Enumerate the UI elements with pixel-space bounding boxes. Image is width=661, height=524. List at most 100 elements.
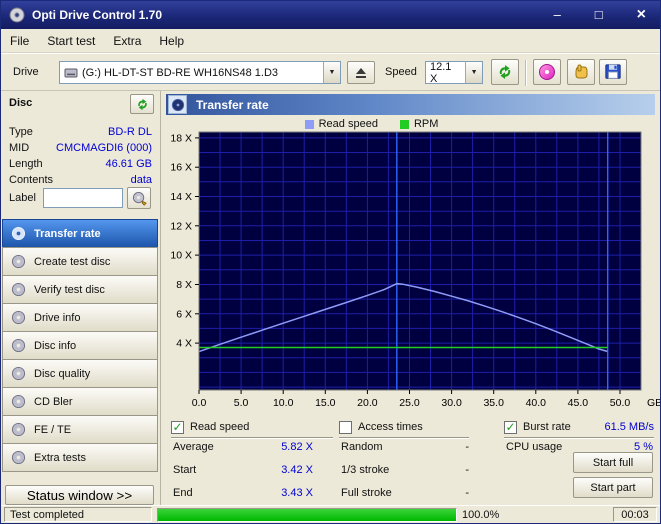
end-label: End xyxy=(173,487,193,499)
elapsed-time: 00:03 xyxy=(613,507,657,522)
cpu-usage-label: CPU usage xyxy=(506,441,562,453)
extra-tests-icon xyxy=(11,450,26,465)
save-icon xyxy=(604,63,622,81)
disc-label-search-button[interactable] xyxy=(127,187,151,209)
toolbar-separator xyxy=(525,60,527,86)
transfer-rate-icon xyxy=(11,226,26,241)
disc-row-contents: Contents data xyxy=(9,172,152,188)
menu-start-test[interactable]: Start test xyxy=(38,29,104,53)
drive-dropdown-arrow-icon[interactable]: ▼ xyxy=(323,62,340,83)
svg-text:15.0: 15.0 xyxy=(315,397,336,409)
sidebar-item-verify-test-disc[interactable]: Verify test disc xyxy=(2,275,158,304)
section-title: Transfer rate xyxy=(196,98,269,112)
disc-label-label: Label xyxy=(9,192,36,204)
transfer-rate-chart: 4 X6 X8 X10 X12 X14 X16 X18 X0.05.010.01… xyxy=(163,129,661,415)
burst-rate-checkbox[interactable]: ✓ xyxy=(504,421,517,434)
progress-bar xyxy=(157,508,457,522)
drive-select[interactable]: (G:) HL-DT-ST BD-RE WH16NS48 1.D3 ▼ xyxy=(59,61,341,84)
full-stroke-value: - xyxy=(465,487,469,499)
svg-text:6 X: 6 X xyxy=(176,308,192,320)
drive-label: Drive xyxy=(13,66,39,78)
sidebar-item-drive-info[interactable]: Drive info xyxy=(2,303,158,332)
start-full-button[interactable]: Start full xyxy=(573,452,653,473)
sidebar-item-transfer-rate[interactable]: Transfer rate xyxy=(2,219,158,248)
disc-contents-value[interactable]: data xyxy=(131,174,152,186)
menu-help[interactable]: Help xyxy=(150,29,193,53)
access-times-checkbox[interactable] xyxy=(339,421,352,434)
average-value: 5.82 X xyxy=(281,441,313,453)
speed-label: Speed xyxy=(385,66,417,78)
eject-button[interactable] xyxy=(347,61,375,84)
sidebar-item-label: Create test disc xyxy=(34,256,110,268)
eject-icon xyxy=(355,67,367,79)
speed-select-value: 12.1 X xyxy=(430,61,461,84)
fe-te-icon xyxy=(11,422,26,437)
disc-type-value: BD-R DL xyxy=(108,126,152,138)
grab-disc-button[interactable] xyxy=(567,59,595,85)
svg-text:35.0: 35.0 xyxy=(483,397,504,409)
disc-panel-title: Disc xyxy=(9,97,32,109)
toolbar: Drive (G:) HL-DT-ST BD-RE WH16NS48 1.D3 … xyxy=(1,53,660,91)
drive-icon xyxy=(64,67,78,79)
disc-search-icon xyxy=(132,191,147,206)
statusbar: Test completed 100.0% 00:03 xyxy=(1,505,660,523)
svg-text:50.0: 50.0 xyxy=(610,397,631,409)
disc-row-length: Length 46.61 GB xyxy=(9,156,152,172)
read-speed-checkbox[interactable]: ✓ xyxy=(171,421,184,434)
disc-mid-value: CMCMAGDI6 (000) xyxy=(56,142,152,154)
full-stroke-label: Full stroke xyxy=(341,487,392,499)
speed-dropdown-arrow-icon[interactable]: ▼ xyxy=(465,62,482,83)
disc-type-label: Type xyxy=(9,126,33,138)
svg-text:0.0: 0.0 xyxy=(192,397,207,409)
svg-text:4 X: 4 X xyxy=(176,338,192,350)
cpu-usage-value: 5 % xyxy=(634,441,653,453)
svg-text:5.0: 5.0 xyxy=(234,397,249,409)
erase-disc-button[interactable] xyxy=(533,59,561,85)
sidebar-item-fe-te[interactable]: FE / TE xyxy=(2,415,158,444)
disc-info-icon xyxy=(11,338,26,353)
menu-extra[interactable]: Extra xyxy=(104,29,150,53)
app-icon xyxy=(9,7,25,23)
close-button[interactable]: × xyxy=(637,1,646,29)
menubar: File Start test Extra Help xyxy=(1,29,660,53)
sidebar-item-create-test-disc[interactable]: Create test disc xyxy=(2,247,158,276)
svg-text:45.0: 45.0 xyxy=(568,397,589,409)
speed-stats: Average5.82 X Start3.42 X End3.43 X xyxy=(173,435,313,504)
menu-file[interactable]: File xyxy=(1,29,38,53)
speed-select[interactable]: 12.1 X ▼ xyxy=(425,61,483,84)
burst-rate-checkbox-label: Burst rate xyxy=(523,421,571,433)
one-third-stroke-value: - xyxy=(465,464,469,476)
refresh-speed-button[interactable] xyxy=(491,59,519,85)
disc-label-input[interactable] xyxy=(43,188,123,208)
access-times-checkbox-label: Access times xyxy=(358,421,423,433)
svg-text:10 X: 10 X xyxy=(170,250,192,262)
svg-text:40.0: 40.0 xyxy=(526,397,547,409)
maximize-button[interactable]: □ xyxy=(595,1,603,29)
start-part-button[interactable]: Start part xyxy=(573,477,653,498)
save-button[interactable] xyxy=(599,59,627,85)
sidebar-item-disc-quality[interactable]: Disc quality xyxy=(2,359,158,388)
sidebar-item-label: Extra tests xyxy=(34,452,86,464)
minimize-button[interactable]: – xyxy=(554,1,561,29)
sidebar-item-label: Drive info xyxy=(34,312,80,324)
svg-text:12 X: 12 X xyxy=(170,220,192,232)
svg-text:18 X: 18 X xyxy=(170,132,192,144)
refresh-disc-button[interactable] xyxy=(130,94,154,114)
checkmark-icon: ✓ xyxy=(172,422,182,433)
status-message-text: Test completed xyxy=(10,509,84,521)
status-message: Test completed xyxy=(4,507,152,522)
svg-text:8 X: 8 X xyxy=(176,279,192,291)
sidebar-item-disc-info[interactable]: Disc info xyxy=(2,331,158,360)
sidebar-item-extra-tests[interactable]: Extra tests xyxy=(2,443,158,472)
status-window-button[interactable]: Status window >> xyxy=(5,485,154,505)
disc-quality-icon xyxy=(11,366,26,381)
start-label: Start xyxy=(173,464,196,476)
svg-text:25.0: 25.0 xyxy=(399,397,420,409)
sidebar-item-cd-bler[interactable]: CD Bler xyxy=(2,387,158,416)
access-stats: Random- 1/3 stroke- Full stroke- xyxy=(341,435,469,504)
svg-text:14 X: 14 X xyxy=(170,191,192,203)
sidebar-item-label: Transfer rate xyxy=(34,228,101,240)
read-speed-swatch xyxy=(305,120,314,129)
refresh-disc-icon xyxy=(136,98,149,111)
svg-text:20.0: 20.0 xyxy=(357,397,378,409)
